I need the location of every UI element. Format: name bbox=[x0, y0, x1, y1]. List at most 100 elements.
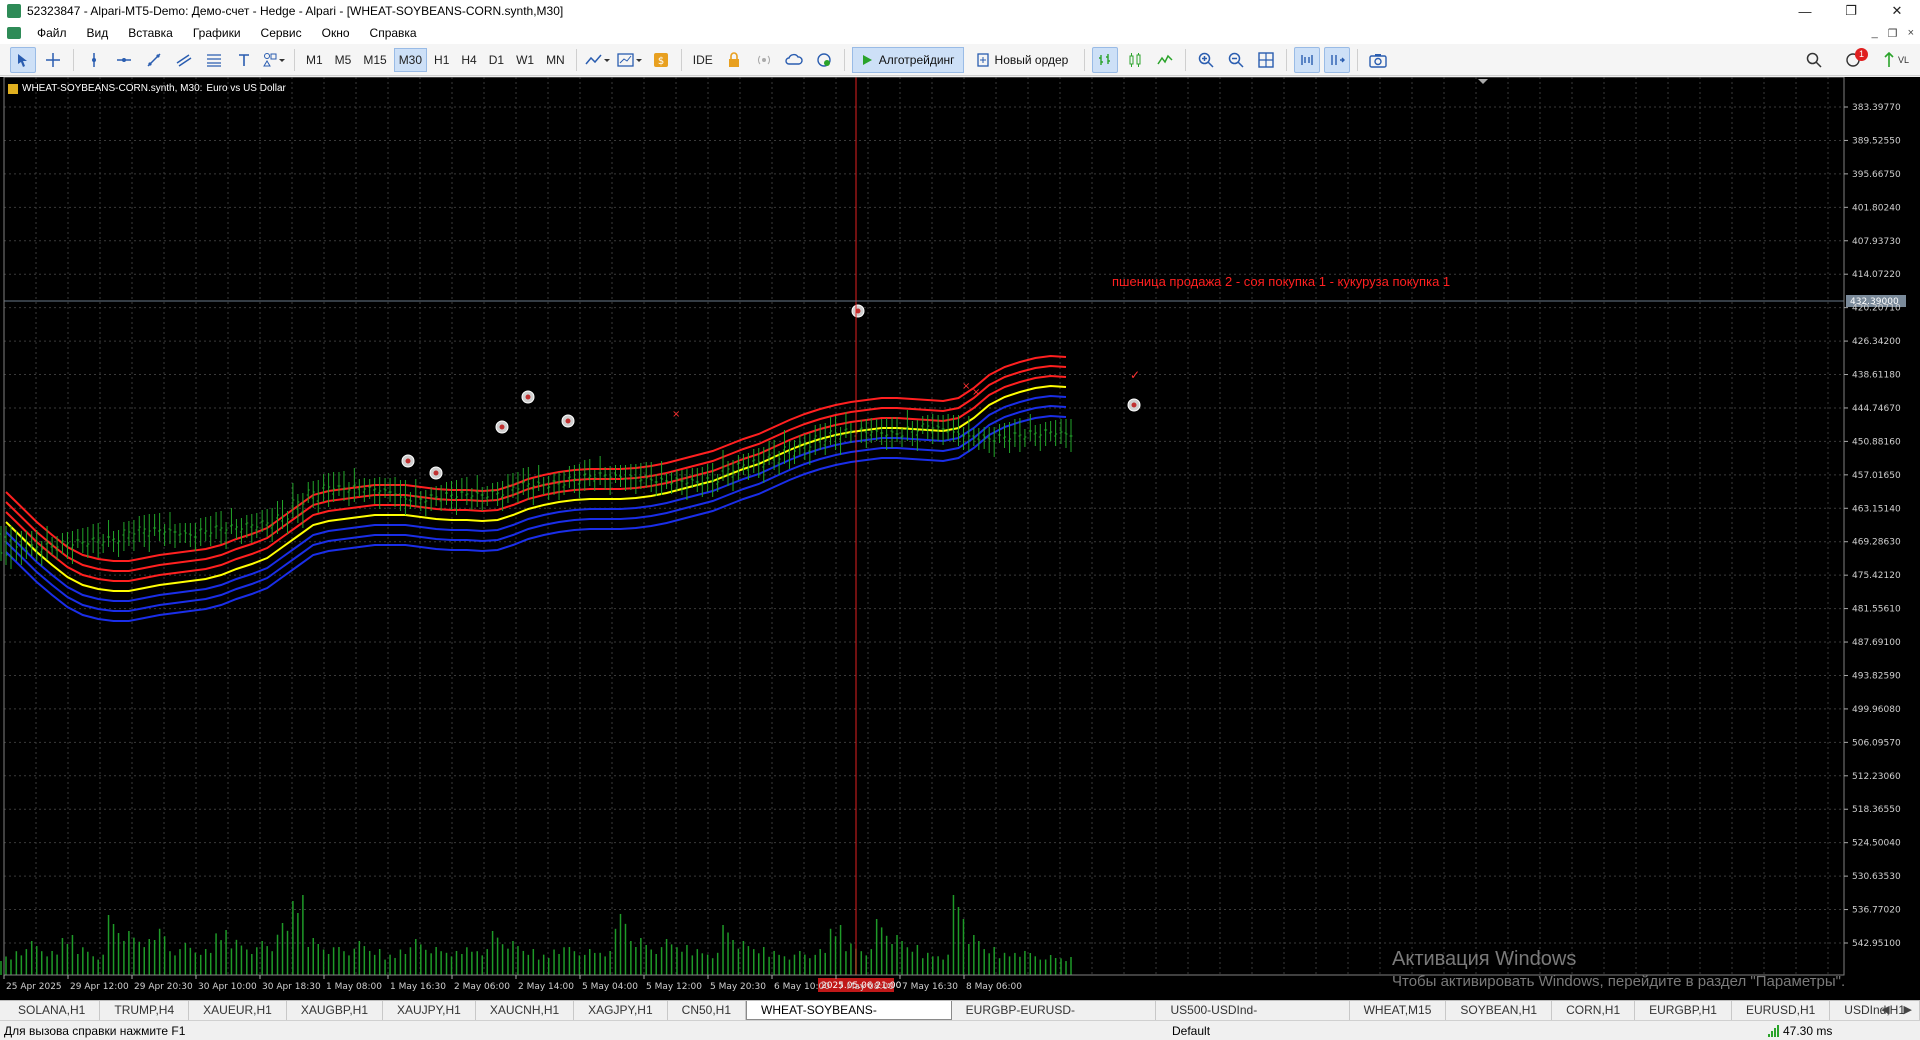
vertical-line-tool-icon[interactable] bbox=[81, 47, 107, 73]
chart-tab[interactable]: XAUJPY,H1 bbox=[383, 1001, 476, 1020]
timeframe-mn[interactable]: MN bbox=[541, 48, 570, 72]
autoscroll-icon[interactable] bbox=[1324, 46, 1351, 73]
tile-windows-icon[interactable] bbox=[1253, 47, 1279, 73]
menu-file[interactable]: Файл bbox=[27, 22, 77, 44]
chart-tab[interactable]: XAGJPY,H1 bbox=[574, 1001, 668, 1020]
x-tick-label: 5 May 12:00 bbox=[646, 982, 702, 992]
chart-tab[interactable]: CORN,H1 bbox=[1552, 1001, 1636, 1020]
trade-marker-dot bbox=[405, 458, 411, 464]
menu-help[interactable]: Справка bbox=[360, 22, 427, 44]
cursor-tool-icon[interactable] bbox=[10, 46, 36, 73]
y-tick-label: 536.77020 bbox=[1852, 906, 1901, 916]
chart-tab[interactable]: XAUGBP,H1 bbox=[287, 1001, 383, 1020]
signal-label: VL bbox=[1897, 55, 1909, 65]
chart-tab[interactable]: XAUCNH,H1 bbox=[476, 1001, 575, 1020]
chart-tab[interactable]: SOYBEAN,H1 bbox=[1446, 1001, 1553, 1020]
trade-marker-dot bbox=[565, 418, 571, 424]
y-tick-label: 426.34200 bbox=[1852, 337, 1901, 347]
timeframe-w1[interactable]: W1 bbox=[511, 48, 539, 72]
chart-annotation-text[interactable]: пшеница продажа 2 - соя покупка 1 - куку… bbox=[1112, 274, 1450, 289]
chart-tab[interactable]: WHEAT,M15 bbox=[1350, 1001, 1447, 1020]
trade-markers: ×××✓ bbox=[401, 304, 1141, 480]
windows-activation-subtitle: Чтобы активировать Windows, перейдите в … bbox=[1392, 973, 1846, 990]
text-tool-icon[interactable] bbox=[231, 47, 257, 73]
indicators-icon[interactable] bbox=[584, 47, 612, 73]
new-order-label: Новый ордер bbox=[994, 52, 1069, 67]
zoom-out-icon[interactable] bbox=[1223, 47, 1249, 73]
y-tick-label: 481.55610 bbox=[1852, 605, 1901, 615]
check-marker-icon: ✓ bbox=[1130, 368, 1140, 382]
chart-tab[interactable]: EURGBP,H1 bbox=[1635, 1001, 1732, 1020]
notifications-icon[interactable]: 1 bbox=[1841, 47, 1868, 73]
shapes-tool-icon[interactable] bbox=[261, 47, 287, 73]
y-tick-label: 389.52550 bbox=[1852, 136, 1901, 146]
menu-charts[interactable]: Графики bbox=[183, 22, 251, 44]
ide-button[interactable]: IDE bbox=[688, 48, 718, 72]
menu-view[interactable]: Вид bbox=[77, 22, 119, 44]
chart-tab[interactable]: TRUMP,H4 bbox=[100, 1001, 190, 1020]
chart-tab[interactable]: EURGBP-EURUSD-USDInd.synth,M30 bbox=[952, 1001, 1157, 1035]
chart-tab[interactable]: CN50,H1 bbox=[668, 1001, 747, 1020]
mdi-restore-button[interactable]: ❐ bbox=[1888, 27, 1898, 40]
maximize-button[interactable]: ❐ bbox=[1828, 0, 1874, 22]
timeframe-m5[interactable]: M5 bbox=[330, 48, 357, 72]
screenshot-icon[interactable] bbox=[1365, 47, 1391, 73]
menu-bar: Файл Вид Вставка Графики Сервис Окно Спр… bbox=[0, 22, 1920, 44]
toolbar-separator bbox=[843, 48, 845, 71]
trendline-tool-icon[interactable] bbox=[141, 47, 167, 73]
menu-tools[interactable]: Сервис bbox=[251, 22, 312, 44]
algo-trading-button[interactable]: Алготрейдинг bbox=[851, 46, 964, 73]
vps-icon[interactable] bbox=[811, 47, 837, 73]
channel-tool-icon[interactable] bbox=[171, 47, 197, 73]
mdi-close-button[interactable]: × bbox=[1908, 27, 1914, 39]
channel-line-blue_3 bbox=[5, 414, 1067, 622]
bar-chart-icon[interactable] bbox=[1092, 46, 1119, 73]
tab-scroll-left-icon[interactable]: ◀ bbox=[1881, 1003, 1889, 1016]
x-tick-label: 6 May 10:00 bbox=[774, 982, 830, 992]
chart-tab[interactable]: EURUSD,H1 bbox=[1732, 1001, 1831, 1020]
x-tick-label: 30 Apr 18:30 bbox=[262, 982, 321, 992]
new-order-button[interactable]: Новый ордер bbox=[968, 47, 1078, 73]
toolbar-separator bbox=[1084, 48, 1086, 71]
minimize-button[interactable]: — bbox=[1782, 0, 1828, 22]
price-chart[interactable]: ×××✓ 432.390002025.05.06 21:00 383.39770… bbox=[0, 77, 1920, 1000]
ping-value: 47.30 ms bbox=[1783, 1024, 1833, 1038]
menu-insert[interactable]: Вставка bbox=[118, 22, 183, 44]
signals-icon[interactable] bbox=[751, 47, 777, 73]
market-icon[interactable]: $ bbox=[648, 47, 674, 73]
status-profile[interactable]: Default bbox=[1172, 1024, 1210, 1038]
chart-shift-icon[interactable] bbox=[1294, 46, 1321, 73]
templates-icon[interactable] bbox=[616, 47, 644, 73]
timeframe-m1[interactable]: M1 bbox=[301, 48, 328, 72]
x-tick-label: 29 Apr 12:00 bbox=[70, 982, 129, 992]
fibonacci-tool-icon[interactable] bbox=[201, 47, 227, 73]
x-tick-label: 29 Apr 20:30 bbox=[134, 982, 193, 992]
candlestick-chart-icon[interactable] bbox=[1122, 47, 1148, 73]
horizontal-line-tool-icon[interactable] bbox=[111, 47, 137, 73]
search-icon[interactable] bbox=[1801, 47, 1827, 73]
connection-status[interactable]: 47.30 ms bbox=[1768, 1024, 1832, 1038]
chart-tabs-bar: SOLANA,H1 TRUMP,H4 XAUEUR,H1 XAUGBP,H1 XAUJP… bbox=[0, 1000, 1920, 1035]
timeframe-m15[interactable]: M15 bbox=[358, 48, 391, 72]
close-button[interactable]: ✕ bbox=[1874, 0, 1920, 22]
cloud-icon[interactable] bbox=[781, 47, 807, 73]
timeframe-h4[interactable]: H4 bbox=[456, 48, 481, 72]
signal-strength-icon[interactable]: VL bbox=[1881, 47, 1910, 73]
timeframe-h1[interactable]: H1 bbox=[429, 48, 454, 72]
crosshair-tool-icon[interactable] bbox=[40, 47, 66, 73]
menu-window[interactable]: Окно bbox=[312, 22, 360, 44]
lock-icon[interactable] bbox=[721, 47, 747, 73]
timeframe-m30[interactable]: M30 bbox=[393, 47, 428, 72]
app-icon bbox=[7, 4, 21, 18]
chart-tab[interactable]: XAUEUR,H1 bbox=[189, 1001, 287, 1020]
chart-tab[interactable]: WHEAT-SOYBEANS-CORN.synth,M30 bbox=[746, 1001, 952, 1035]
y-tick-label: 457.01650 bbox=[1852, 471, 1901, 481]
zoom-in-icon[interactable] bbox=[1193, 47, 1219, 73]
chart-window[interactable]: × × × ✓ 432.39000 2025.05.06 21:00 383.39770… bbox=[0, 77, 1920, 1000]
line-chart-icon[interactable] bbox=[1152, 47, 1178, 73]
timeframe-d1[interactable]: D1 bbox=[484, 48, 509, 72]
tab-scroll-right-icon[interactable]: ▶ bbox=[1904, 1003, 1912, 1016]
mdi-minimize-button[interactable]: _ bbox=[1872, 27, 1878, 39]
chart-tab[interactable]: SOLANA,H1 bbox=[4, 1001, 101, 1020]
chart-tab[interactable]: US500-USDInd-EURUSD.synth,M30 bbox=[1156, 1001, 1350, 1035]
